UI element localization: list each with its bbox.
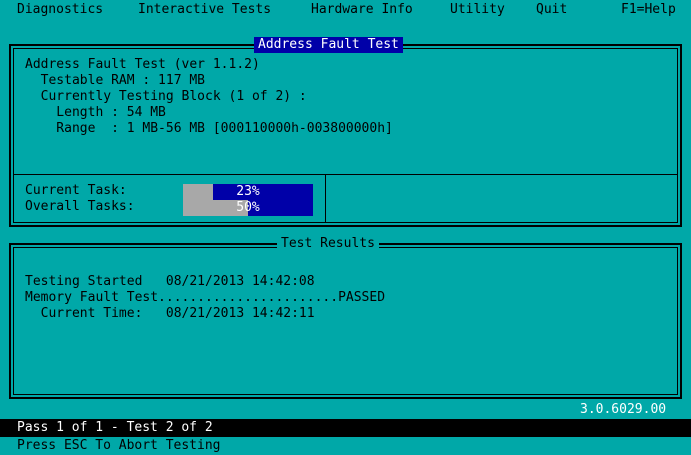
- test-info-line: Address Fault Test (ver 1.1.2): [25, 57, 260, 72]
- test-info-line: Range : 1 MB-56 MB [000110000h-003800000…: [25, 121, 393, 136]
- abort-hint-bar: Press ESC To Abort Testing: [0, 437, 691, 455]
- test-panel: Address Fault Test Address Fault Test (v…: [9, 37, 682, 227]
- menu-diagnostics[interactable]: Diagnostics: [17, 2, 103, 18]
- version-label: 3.0.6029.00: [580, 402, 667, 417]
- result-line: Memory Fault Test.......................…: [25, 290, 386, 305]
- panel-title: Address Fault Test: [254, 37, 403, 53]
- menu-quit[interactable]: Quit: [536, 2, 567, 18]
- result-line: Testing Started 08/21/2013 14:42:08: [25, 274, 315, 289]
- results-title: Test Results: [277, 236, 379, 252]
- result-line: Current Time: 08/21/2013 14:42:11: [25, 306, 315, 321]
- menu-interactive-tests[interactable]: Interactive Tests: [138, 2, 271, 18]
- test-info-line: Length : 54 MB: [25, 105, 166, 120]
- results-panel: Test Results Testing Started 08/21/2013 …: [9, 236, 682, 399]
- pass-status-bar: Pass 1 of 1 - Test 2 of 2: [0, 419, 691, 437]
- current-task-progress-bar: 23%: [183, 184, 313, 200]
- test-info-line: Currently Testing Block (1 of 2) :: [25, 89, 307, 104]
- abort-hint-text: Press ESC To Abort Testing: [17, 438, 221, 453]
- menu-hardware-info[interactable]: Hardware Info: [311, 2, 413, 18]
- test-info-line: Testable RAM : 117 MB: [25, 73, 206, 88]
- overall-tasks-label: Overall Tasks:: [25, 199, 135, 214]
- current-task-percent: 23%: [236, 184, 260, 199]
- divider: [13, 174, 678, 175]
- pass-status-text: Pass 1 of 1 - Test 2 of 2: [17, 420, 213, 435]
- divider: [325, 174, 326, 223]
- overall-tasks-progress-bar: 50%: [183, 200, 313, 216]
- current-task-label: Current Task:: [25, 183, 127, 198]
- menu-bar: Diagnostics Interactive Tests Hardware I…: [0, 0, 691, 20]
- menu-help[interactable]: F1=Help: [621, 2, 676, 18]
- menu-utility[interactable]: Utility: [450, 2, 505, 18]
- overall-tasks-percent: 50%: [236, 200, 260, 215]
